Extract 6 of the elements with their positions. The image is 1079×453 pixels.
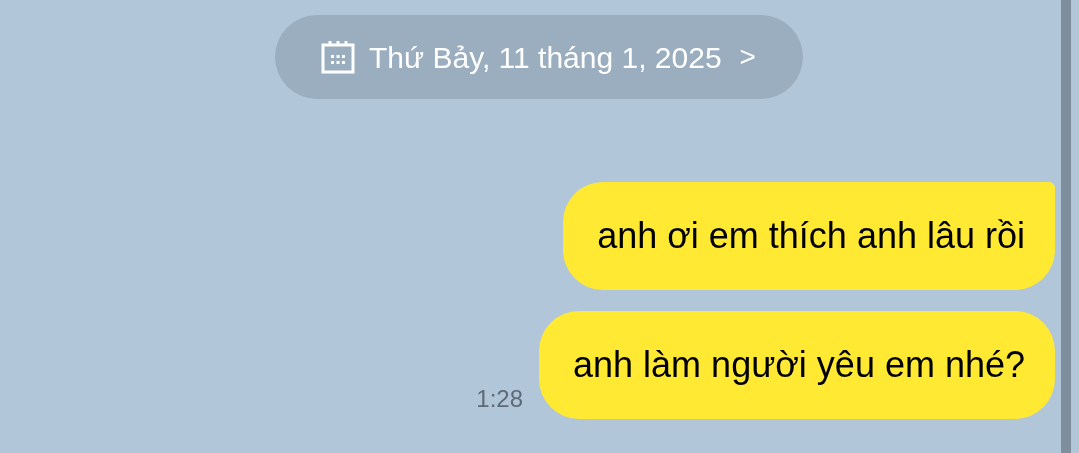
message-bubble: anh ơi em thích anh lâu rồi bbox=[563, 182, 1055, 290]
message-bubble: anh làm người yêu em nhé? bbox=[539, 311, 1055, 419]
calendar-icon bbox=[321, 40, 356, 74]
scrollbar[interactable] bbox=[1061, 0, 1071, 453]
date-pill[interactable]: Thứ Bảy, 11 tháng 1, 2025 > bbox=[274, 15, 803, 99]
message-time: 1:28 bbox=[476, 384, 524, 414]
